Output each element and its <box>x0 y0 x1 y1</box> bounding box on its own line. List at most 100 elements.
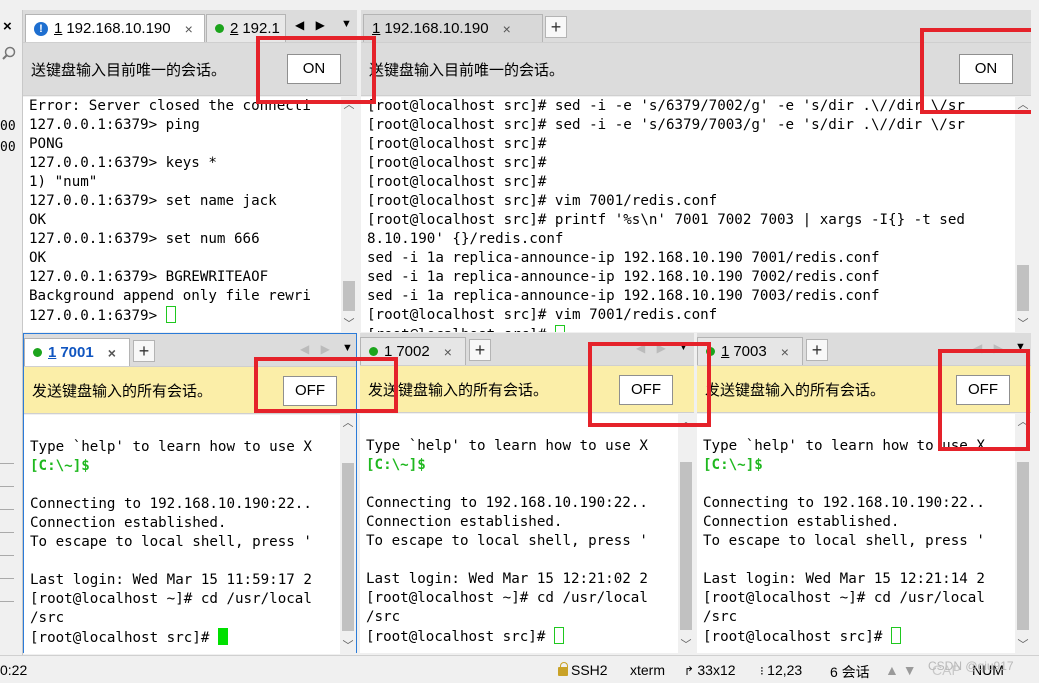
tab-label: 7002 <box>396 343 430 360</box>
left-panel-fragment: × 00 00 <box>0 0 22 683</box>
terminal-line: To escape to local shell, press ' <box>366 533 648 549</box>
tab-dropdown-icon[interactable]: ▼ <box>1015 341 1026 353</box>
send-key-banner: 发送键盘输入的所有会话。 OFF <box>697 365 1031 413</box>
tab-session-7003[interactable]: 1 7003 × <box>697 337 803 365</box>
terminal-output[interactable]: Type `help' to learn how to use X [C:\~]$… <box>360 414 678 653</box>
vertical-scrollbar[interactable]: ︿ ﹀ <box>678 414 694 653</box>
close-icon[interactable]: × <box>3 18 12 35</box>
terminal-output[interactable]: Type `help' to learn how to use X [C:\~]$… <box>697 414 1015 653</box>
banner-text: 发送键盘输入的所有会话。 <box>368 381 549 399</box>
tab-dropdown-icon[interactable]: ▼ <box>341 18 352 30</box>
terminal-line: Last login: Wed Mar 15 12:21:02 2 <box>366 571 648 587</box>
close-tab-icon[interactable]: × <box>503 21 511 37</box>
tab-label: 192.168.10.190 <box>66 20 171 37</box>
scroll-thumb[interactable] <box>680 462 692 630</box>
vertical-scrollbar[interactable]: ︿ ﹀ <box>340 415 356 654</box>
terminal-line: [root@localhost src]# <box>703 627 1015 646</box>
tab-number: 1 <box>384 343 393 360</box>
close-tab-icon[interactable]: × <box>108 345 116 361</box>
vertical-scrollbar[interactable]: ︿ ﹀ <box>1015 414 1031 653</box>
pane-top-left: ! 1 192.168.10.190 × 2 192.1 ◀ ▶ ▼ 送键盘输入… <box>23 10 357 332</box>
scroll-down-icon[interactable]: ﹀ <box>340 638 356 654</box>
banner-text: 发送键盘输入的所有会话。 <box>32 382 213 400</box>
vertical-scrollbar[interactable]: ︿ ﹀ <box>1015 97 1031 332</box>
terminal-line: PONG <box>29 136 64 152</box>
close-tab-icon[interactable]: × <box>444 344 452 360</box>
send-key-toggle-button[interactable]: ON <box>287 54 341 84</box>
pane-bottom-7002: 1 7002 × + ◀ ▶ ▼ 发送键盘输入的所有会话。 OFF Type `… <box>360 333 694 653</box>
new-tab-button[interactable]: + <box>806 339 828 361</box>
tab-scroll-arrows-icon[interactable]: ◀ ▶ <box>636 341 670 355</box>
session-nav-arrows-icon[interactable]: ▲ ▼ <box>885 662 917 678</box>
divider <box>0 486 14 487</box>
scroll-up-icon[interactable]: ︿ <box>340 415 356 431</box>
send-key-toggle-button[interactable]: OFF <box>956 375 1010 405</box>
tab-label: 192.168.10.190 <box>384 20 489 37</box>
send-key-toggle-button[interactable]: OFF <box>619 375 673 405</box>
terminal-line: 127.0.0.1:6379> BGREWRITEAOF <box>29 269 269 285</box>
send-key-toggle-button[interactable]: ON <box>959 54 1013 84</box>
terminal-output[interactable]: Error: Server closed the connecti 127.0.0… <box>23 97 341 332</box>
terminal-line: [C:\~]$ <box>703 456 1015 475</box>
terminal-output[interactable]: Type `help' to learn how to use X [C:\~]$… <box>24 415 340 654</box>
terminal-line: [root@localhost ~]# cd /usr/local <box>366 590 648 606</box>
local-prompt: [C:\~]$ <box>703 457 763 473</box>
terminal-cursor <box>554 325 565 332</box>
local-prompt: [C:\~]$ <box>30 458 90 474</box>
close-tab-icon[interactable]: × <box>781 344 789 360</box>
tab-session-1[interactable]: ! 1 192.168.10.190 × <box>25 14 205 42</box>
close-tab-icon[interactable]: × <box>185 21 193 37</box>
tab-scroll-arrows-icon[interactable]: ◀ ▶ <box>295 18 329 32</box>
scroll-thumb[interactable] <box>342 463 354 631</box>
tab-dropdown-icon[interactable]: ▼ <box>678 341 689 353</box>
terminal-line: Connecting to 192.168.10.190:22.. <box>30 496 312 512</box>
scroll-up-icon[interactable]: ︿ <box>1015 414 1031 430</box>
scroll-down-icon[interactable]: ﹀ <box>1015 637 1031 653</box>
tab-number: 2 <box>230 20 239 37</box>
tab-session-1[interactable]: 1 192.168.10.190 × <box>363 14 543 42</box>
terminal-line: sed -i 1a replica-announce-ip 192.168.10… <box>367 250 880 266</box>
search-icon[interactable] <box>1 46 17 62</box>
terminal-line: Background append only file rewri <box>29 288 311 304</box>
tab-bar: 1 192.168.10.190 × + <box>361 10 1031 42</box>
terminal-line: Connection established. <box>703 514 900 530</box>
scroll-up-icon[interactable]: ︿ <box>1015 97 1031 113</box>
terminal-line: Connecting to 192.168.10.190:22.. <box>366 495 648 511</box>
new-tab-button[interactable]: + <box>469 339 491 361</box>
tab-session-7001[interactable]: 1 7001 × <box>24 338 130 366</box>
tab-scroll-arrows-icon[interactable]: ◀ ▶ <box>300 342 334 356</box>
scroll-down-icon[interactable]: ﹀ <box>341 316 357 332</box>
banner-text: 送键盘输入目前唯一的会话。 <box>369 61 565 79</box>
terminal-line: 1) "num" <box>29 174 98 190</box>
scroll-up-icon[interactable]: ︿ <box>678 414 694 430</box>
scroll-thumb[interactable] <box>1017 462 1029 630</box>
new-tab-button[interactable]: + <box>133 340 155 362</box>
scroll-down-icon[interactable]: ﹀ <box>678 637 694 653</box>
scroll-up-icon[interactable]: ︿ <box>341 97 357 113</box>
tab-dropdown-icon[interactable]: ▼ <box>342 342 353 354</box>
terminal-line: Type `help' to learn how to use X <box>366 438 648 454</box>
scroll-down-icon[interactable]: ﹀ <box>1015 316 1031 332</box>
terminal-line: [root@localhost src]# <box>367 325 1015 332</box>
terminal-line: 127.0.0.1:6379> set num 666 <box>29 231 260 247</box>
terminal-line: Connecting to 192.168.10.190:22.. <box>703 495 985 511</box>
tab-scroll-arrows-icon[interactable]: ◀ ▶ <box>973 341 1007 355</box>
new-tab-button[interactable]: + <box>545 16 567 38</box>
tab-session-2[interactable]: 2 192.1 <box>206 14 286 42</box>
status-terminal-type: xterm <box>630 662 665 678</box>
send-key-toggle-button[interactable]: OFF <box>283 376 337 406</box>
tab-number: 1 <box>48 344 57 361</box>
terminal-output[interactable]: [root@localhost src]# sed -i -e 's/6379/… <box>361 97 1015 332</box>
tab-session-7002[interactable]: 1 7002 × <box>360 337 466 365</box>
terminal-cursor <box>553 627 564 644</box>
status-protocol: SSH2 <box>558 662 608 678</box>
vertical-scrollbar[interactable]: ︿ ﹀ <box>341 97 357 332</box>
scroll-thumb[interactable] <box>1017 265 1029 311</box>
terminal-cursor <box>217 628 228 645</box>
scroll-thumb[interactable] <box>343 281 355 311</box>
send-key-banner: 发送键盘输入的所有会话。 OFF <box>360 365 694 413</box>
